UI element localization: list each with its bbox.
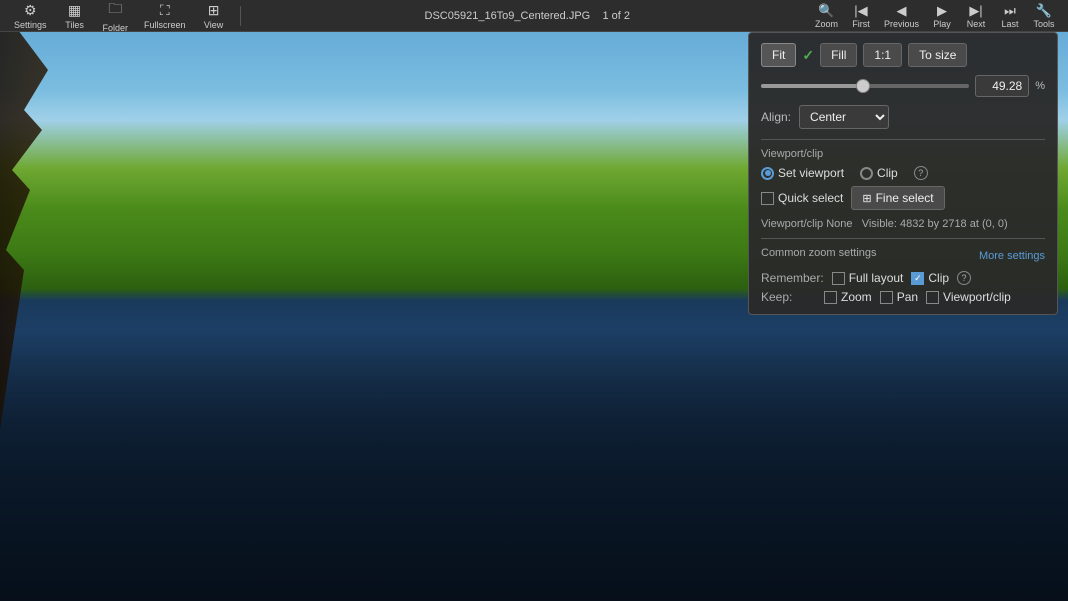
viewport-clip-keep-box [926, 291, 939, 304]
remember-help-icon[interactable]: ? [957, 271, 971, 285]
percent-label: % [1035, 80, 1045, 92]
keep-label: Keep: [761, 290, 816, 304]
settings-icon: ⚙ [24, 2, 37, 19]
filename-display: DSC05921_16To9_Centered.JPG 1 of 2 [249, 10, 806, 22]
viewport-clip-keep-checkbox[interactable]: Viewport/clip [926, 290, 1011, 304]
clip-remember-label: Clip [928, 271, 949, 285]
viewport-section-label: Viewport/clip [761, 148, 1045, 160]
clip-remember-checkbox[interactable]: Clip [911, 271, 949, 285]
zoom-value-input[interactable] [975, 75, 1029, 97]
viewport-help-icon[interactable]: ? [914, 166, 928, 180]
fit-button[interactable]: Fit [761, 43, 796, 67]
common-zoom-label: Common zoom settings [761, 247, 877, 259]
zoom-keep-box [824, 291, 837, 304]
align-label: Align: [761, 110, 791, 124]
quick-select-checkbox[interactable]: Quick select [761, 186, 843, 210]
pan-box [880, 291, 893, 304]
divider-1 [761, 139, 1045, 140]
fit-check-icon: ✓ [802, 47, 814, 64]
zoom-slider-track [761, 84, 969, 88]
more-settings-link[interactable]: More settings [979, 250, 1045, 262]
tools-button[interactable]: 🔧 Tools [1028, 1, 1060, 31]
next-button[interactable]: ▶| Next [960, 1, 992, 31]
full-layout-label: Full layout [849, 271, 904, 285]
settings-button[interactable]: ⚙ Settings [8, 0, 53, 32]
one-to-one-button[interactable]: 1:1 [863, 43, 902, 67]
main-toolbar: ⚙ Settings ▦ Tiles 🗀 Folder ⛶ Fullscreen… [0, 0, 1068, 32]
quick-select-box [761, 192, 774, 205]
first-icon: |◀ [854, 3, 867, 19]
quick-select-label: Quick select [778, 191, 843, 205]
tiles-button[interactable]: ▦ Tiles [57, 0, 93, 32]
align-select[interactable]: Center Left Right [799, 105, 889, 129]
viewport-radio-row: Set viewport Clip ? [761, 166, 1045, 180]
clip-radio-label: Clip [877, 166, 898, 180]
toolbar-separator [240, 6, 241, 26]
set-viewport-label: Set viewport [778, 166, 844, 180]
zoom-slider-thumb[interactable] [856, 79, 870, 93]
view-icon: ⊞ [208, 2, 220, 19]
toolbar-right: 🔍 Zoom |◀ First ◀ Previous ▶ Play ▶| Nex… [810, 1, 1060, 31]
tools-icon: 🔧 [1036, 3, 1052, 19]
viewport-clip-keep-label: Viewport/clip [943, 290, 1011, 304]
fine-select-button[interactable]: ⊞ Fine select [851, 186, 944, 210]
keep-row: Keep: Zoom Pan Viewport/clip [761, 290, 1045, 304]
full-layout-box [832, 272, 845, 285]
zoom-tool-button[interactable]: 🔍 Zoom [810, 1, 843, 31]
folder-button[interactable]: 🗀 Folder [97, 0, 135, 35]
previous-icon: ◀ [896, 3, 906, 19]
play-button[interactable]: ▶ Play [926, 1, 958, 31]
zoom-keep-checkbox[interactable]: Zoom [824, 290, 872, 304]
zoom-slider-row: % [761, 75, 1045, 97]
play-icon: ▶ [937, 3, 947, 19]
last-icon: ⏭ [1004, 3, 1016, 19]
last-button[interactable]: ⏭ Last [994, 1, 1026, 31]
fill-button[interactable]: Fill [820, 43, 857, 67]
zoom-panel: Fit ✓ Fill 1:1 To size % Align: Center L… [748, 32, 1058, 315]
folder-icon: 🗀 [108, 0, 122, 22]
previous-button[interactable]: ◀ Previous [879, 1, 924, 31]
clip-radio-circle [860, 167, 873, 180]
viewport-info: Viewport/clip None Visible: 4832 by 2718… [761, 218, 1045, 230]
pan-checkbox[interactable]: Pan [880, 290, 918, 304]
zoom-keep-label: Zoom [841, 290, 872, 304]
next-icon: ▶| [969, 3, 982, 19]
fullscreen-icon: ⛶ [160, 2, 170, 19]
select-buttons-row: Quick select ⊞ Fine select [761, 186, 1045, 210]
zoom-slider-fill [761, 84, 863, 88]
full-layout-checkbox[interactable]: Full layout [832, 271, 904, 285]
common-zoom-header: Common zoom settings More settings [761, 247, 1045, 265]
align-row: Align: Center Left Right [761, 105, 1045, 129]
fullscreen-button[interactable]: ⛶ Fullscreen [138, 0, 192, 32]
pan-label: Pan [897, 290, 918, 304]
grid-icon: ⊞ [862, 192, 871, 205]
first-button[interactable]: |◀ First [845, 1, 877, 31]
clip-remember-box [911, 272, 924, 285]
set-viewport-radio[interactable]: Set viewport [761, 166, 844, 180]
set-viewport-radio-circle [761, 167, 774, 180]
tiles-icon: ▦ [68, 2, 81, 19]
remember-label: Remember: [761, 271, 824, 285]
view-button[interactable]: ⊞ View [196, 0, 232, 32]
to-size-button[interactable]: To size [908, 43, 967, 67]
zoom-slider-container[interactable] [761, 77, 969, 95]
divider-2 [761, 238, 1045, 239]
zoom-preset-row: Fit ✓ Fill 1:1 To size [761, 43, 1045, 67]
remember-row: Remember: Full layout Clip ? [761, 271, 1045, 285]
zoom-tool-icon: 🔍 [818, 3, 834, 19]
clip-radio[interactable]: Clip [860, 166, 898, 180]
